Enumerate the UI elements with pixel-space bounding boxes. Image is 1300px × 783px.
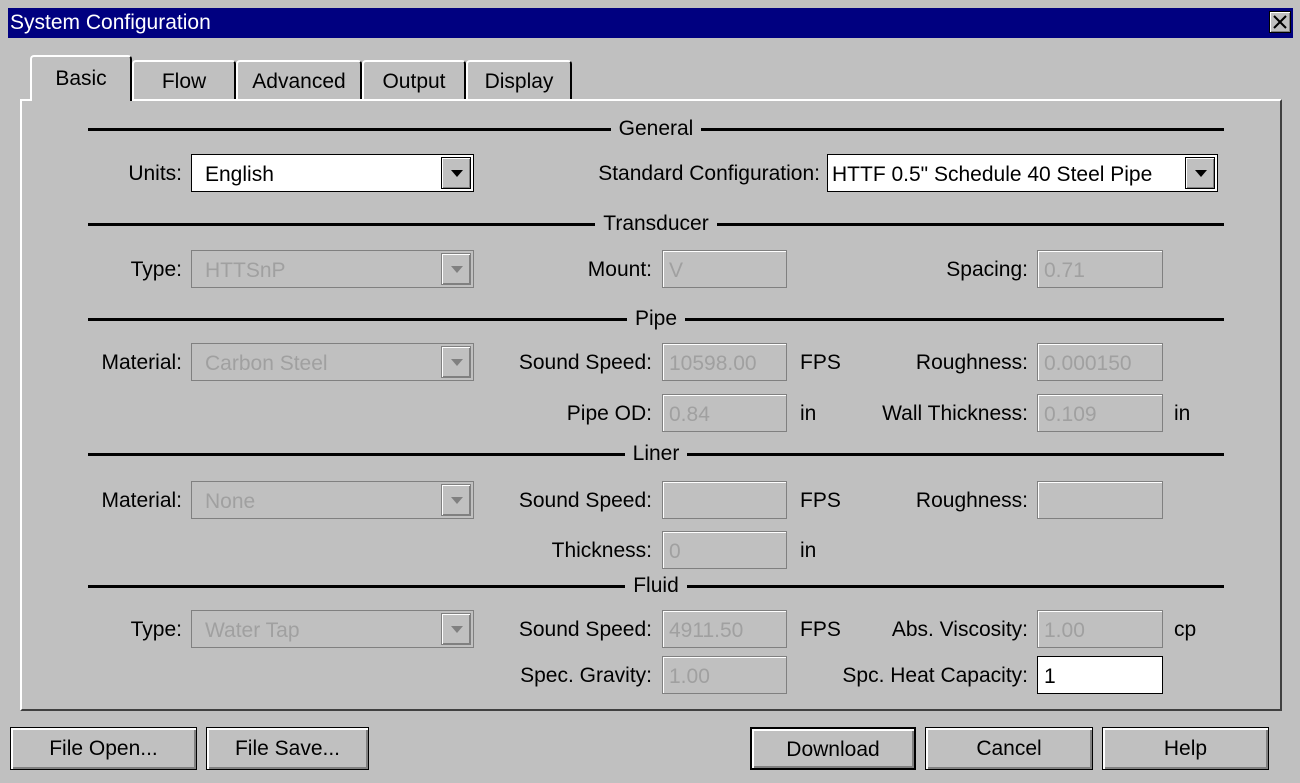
pipe-od-unit: in xyxy=(800,402,817,425)
spc-heat-capacity-field[interactable]: 1 xyxy=(1037,656,1163,694)
close-button[interactable] xyxy=(1269,11,1291,33)
tab-advanced[interactable]: Advanced xyxy=(236,60,362,100)
section-pipe: Pipe xyxy=(88,307,1224,331)
pipe-roughness-label: Roughness: xyxy=(915,351,1028,374)
tab-flow[interactable]: Flow xyxy=(132,60,236,100)
fluid-sound-speed-unit: FPS xyxy=(800,618,841,641)
wall-thickness-field[interactable]: 0.109 xyxy=(1037,394,1163,432)
section-liner-heading: Liner xyxy=(624,442,688,465)
transducer-type-label: Type: xyxy=(130,258,182,281)
standard-configuration-dropdown-button[interactable] xyxy=(1185,157,1215,189)
fluid-type-label: Type: xyxy=(130,618,182,641)
cancel-button[interactable]: Cancel xyxy=(925,727,1093,770)
units-label: Units: xyxy=(128,162,182,185)
wall-thickness-label: Wall Thickness: xyxy=(882,402,1028,425)
pipe-material-value: Carbon Steel xyxy=(205,352,328,375)
standard-configuration-label: Standard Configuration: xyxy=(598,162,820,185)
tab-display[interactable]: Display xyxy=(466,60,572,100)
mount-label: Mount: xyxy=(587,258,652,281)
section-liner: Liner xyxy=(88,442,1224,466)
liner-roughness-label: Roughness: xyxy=(915,489,1028,512)
section-pipe-heading: Pipe xyxy=(626,307,686,330)
close-icon xyxy=(1273,15,1287,29)
spec-gravity-field[interactable]: 1.00 xyxy=(662,656,787,694)
tab-output-label: Output xyxy=(382,70,446,93)
transducer-type-dropdown-button[interactable] xyxy=(441,253,471,285)
pipe-sound-speed-field[interactable]: 10598.00 xyxy=(662,343,787,381)
liner-sound-speed-field[interactable] xyxy=(662,481,787,519)
section-general-heading: General xyxy=(610,117,702,140)
spacing-field[interactable]: 0.71 xyxy=(1037,250,1163,288)
spec-gravity-label: Spec. Gravity: xyxy=(520,664,652,687)
liner-material-dropdown-button[interactable] xyxy=(441,484,471,516)
section-transducer-heading: Transducer xyxy=(595,212,717,235)
tab-basic-label: Basic xyxy=(55,67,107,90)
section-fluid: Fluid xyxy=(88,574,1224,598)
file-save-button[interactable]: File Save... xyxy=(206,727,369,770)
fluid-sound-speed-field[interactable]: 4911.50 xyxy=(662,610,787,648)
download-button[interactable]: Download xyxy=(750,727,916,770)
help-button[interactable]: Help xyxy=(1102,727,1269,770)
chevron-down-icon xyxy=(451,266,463,273)
system-configuration-window: System Configuration Basic Flow Advanced… xyxy=(0,0,1300,783)
liner-thickness-label: Thickness: xyxy=(551,539,652,562)
transducer-type-value: HTTSnP xyxy=(205,259,286,282)
fluid-type-value: Water Tap xyxy=(205,619,300,642)
pipe-material-dropdown-button[interactable] xyxy=(441,346,471,378)
window-title: System Configuration xyxy=(10,11,211,34)
section-transducer: Transducer xyxy=(88,212,1224,236)
chevron-down-icon xyxy=(451,497,463,504)
tab-output[interactable]: Output xyxy=(362,60,466,100)
tab-advanced-label: Advanced xyxy=(252,70,346,93)
tab-display-label: Display xyxy=(484,70,554,93)
liner-sound-speed-label: Sound Speed: xyxy=(518,489,652,512)
mount-field[interactable]: V xyxy=(662,250,787,288)
pipe-od-label: Pipe OD: xyxy=(566,402,652,425)
pipe-od-field[interactable]: 0.84 xyxy=(662,394,787,432)
abs-viscosity-unit: cp xyxy=(1174,618,1197,641)
units-value: English xyxy=(205,163,274,186)
liner-thickness-unit: in xyxy=(800,539,817,562)
section-general: General xyxy=(88,117,1224,141)
tab-basic[interactable]: Basic xyxy=(30,55,132,101)
abs-viscosity-field[interactable]: 1.00 xyxy=(1037,610,1163,648)
fluid-type-select[interactable]: Water Tap xyxy=(191,610,474,648)
spacing-label: Spacing: xyxy=(946,258,1028,281)
liner-sound-speed-unit: FPS xyxy=(800,489,841,512)
title-bar: System Configuration xyxy=(8,8,1293,38)
standard-configuration-value: HTTF 0.5" Schedule 40 Steel Pipe xyxy=(832,163,1153,186)
fluid-sound-speed-label: Sound Speed: xyxy=(518,618,652,641)
liner-material-select[interactable]: None xyxy=(191,481,474,519)
spc-heat-capacity-label: Spc. Heat Capacity: xyxy=(842,664,1028,687)
pipe-roughness-field[interactable]: 0.000150 xyxy=(1037,343,1163,381)
liner-thickness-field[interactable]: 0 xyxy=(662,531,787,569)
pipe-sound-speed-unit: FPS xyxy=(800,351,841,374)
section-fluid-heading: Fluid xyxy=(625,574,687,597)
liner-roughness-field[interactable] xyxy=(1037,481,1163,519)
transducer-type-select[interactable]: HTTSnP xyxy=(191,250,474,288)
wall-thickness-unit: in xyxy=(1174,402,1191,425)
chevron-down-icon xyxy=(1195,170,1207,177)
pipe-sound-speed-label: Sound Speed: xyxy=(518,351,652,374)
fluid-type-dropdown-button[interactable] xyxy=(441,613,471,645)
abs-viscosity-label: Abs. Viscosity: xyxy=(891,618,1028,641)
units-dropdown-button[interactable] xyxy=(441,157,471,189)
chevron-down-icon xyxy=(451,359,463,366)
pipe-material-select[interactable]: Carbon Steel xyxy=(191,343,474,381)
file-open-button[interactable]: File Open... xyxy=(10,727,197,770)
chevron-down-icon xyxy=(451,626,463,633)
pipe-material-label: Material: xyxy=(101,351,182,374)
tab-flow-label: Flow xyxy=(161,70,207,93)
standard-configuration-select[interactable]: HTTF 0.5" Schedule 40 Steel Pipe xyxy=(827,154,1218,192)
units-select[interactable]: English xyxy=(191,154,474,192)
chevron-down-icon xyxy=(451,170,463,177)
liner-material-value: None xyxy=(205,490,256,513)
liner-material-label: Material: xyxy=(101,489,182,512)
